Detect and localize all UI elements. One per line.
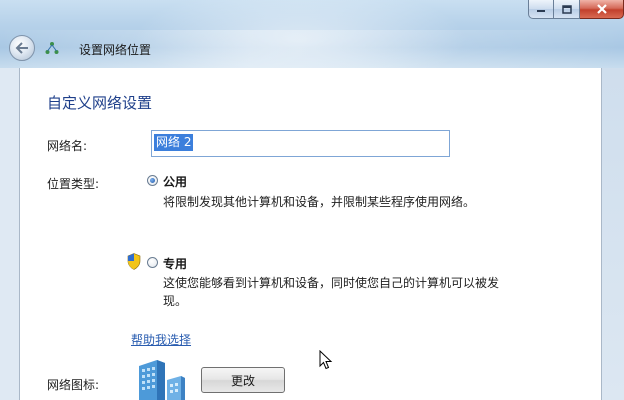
network-name-value: 网络 2 (154, 134, 194, 151)
network-name-input[interactable]: 网络 2 (151, 130, 450, 157)
public-option-label[interactable]: 公用 (163, 173, 187, 190)
private-option-description-line1: 这使您能够看到计算机和设备，同时使您自己的计算机可以被发 (163, 276, 500, 290)
close-icon (596, 4, 607, 14)
window-frame-edge (602, 68, 624, 400)
close-button[interactable] (580, 0, 624, 19)
private-radio[interactable] (147, 257, 158, 268)
window-title: 设置网络位置 (79, 43, 152, 57)
mouse-cursor-icon (319, 350, 333, 370)
maximize-icon (561, 4, 572, 14)
back-button[interactable] (9, 35, 35, 61)
help-me-choose-link[interactable]: 帮助我选择 (131, 331, 191, 348)
network-icon (45, 42, 59, 54)
minimize-icon (537, 10, 545, 12)
minimize-button[interactable] (528, 0, 554, 19)
shield-icon (127, 253, 141, 270)
change-icon-button[interactable]: 更改 (201, 367, 285, 393)
location-type-label: 位置类型: (47, 177, 100, 191)
private-option-description-line2: 现。 (163, 294, 188, 308)
page-heading: 自定义网络设置 (47, 94, 153, 112)
network-location-icon (139, 360, 185, 400)
maximize-button[interactable] (554, 0, 580, 19)
content-panel (19, 68, 602, 400)
network-icon-label: 网络图标: (47, 378, 100, 392)
window-controls (528, 0, 624, 20)
public-radio[interactable] (147, 175, 158, 186)
private-option-label[interactable]: 专用 (163, 255, 187, 272)
back-arrow-icon (15, 42, 28, 54)
network-name-label: 网络名: (47, 139, 88, 153)
public-option-description: 将限制发现其他计算机和设备，并限制某些程序使用网络。 (163, 195, 476, 209)
